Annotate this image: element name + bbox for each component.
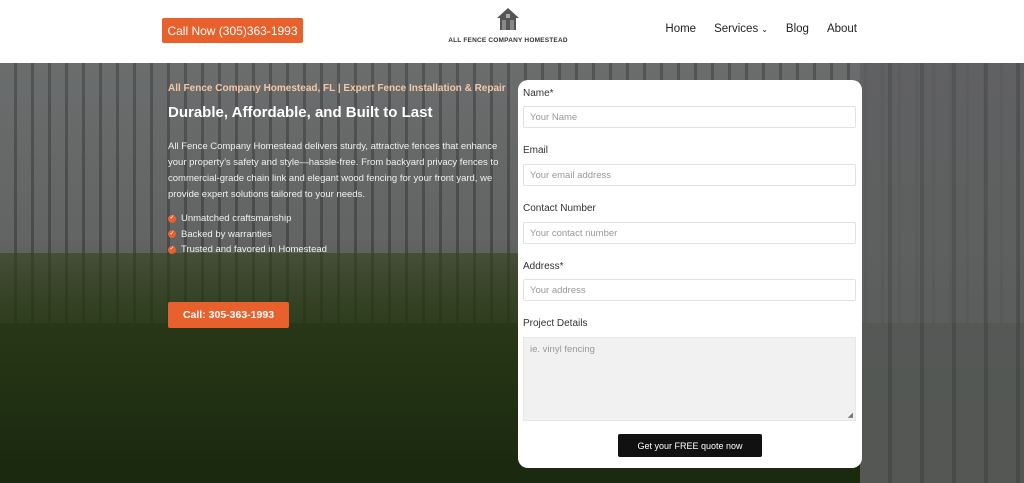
resize-handle-icon[interactable]: ◢: [848, 411, 853, 419]
address-field[interactable]: Your address: [523, 279, 856, 301]
feature-text: Backed by warranties: [181, 228, 272, 240]
check-circle-icon: ✓: [168, 230, 176, 239]
list-item: ✓ Trusted and favored in Homestead: [168, 242, 508, 258]
nav-blog[interactable]: Blog: [786, 23, 809, 35]
submit-quote-button[interactable]: Get your FREE quote now: [618, 434, 762, 457]
nav-about[interactable]: About: [827, 23, 857, 35]
main-nav: Home Services ⌄ Blog About: [665, 23, 857, 35]
feature-text: Trusted and favored in Homestead: [181, 244, 327, 255]
name-field[interactable]: Your Name: [523, 106, 856, 128]
project-details-label: Project Details: [523, 318, 588, 329]
address-label: Address*: [523, 261, 564, 272]
nav-services[interactable]: Services ⌄: [714, 23, 768, 35]
site-logo[interactable]: ALL FENCE COMPANY HOMESTEAD: [446, 6, 570, 50]
project-details-textarea[interactable]: ie. vinyl fencing ◢: [523, 337, 856, 421]
quote-form: Name* Your Name Email Your email address…: [518, 80, 862, 468]
contact-label: Contact Number: [523, 203, 596, 214]
hero-headline: Durable, Affordable, and Built to Last: [168, 104, 433, 121]
logo-text: ALL FENCE COMPANY HOMESTEAD: [448, 37, 568, 44]
house-logo-icon: [497, 8, 519, 30]
hero-content: All Fence Company Homestead, FL | Expert…: [168, 84, 508, 258]
chevron-down-icon: ⌄: [761, 25, 768, 34]
check-circle-icon: ✓: [168, 214, 176, 223]
list-item: ✓ Unmatched craftsmanship: [168, 211, 508, 227]
hero-tagline: All Fence Company Homestead, FL | Expert…: [168, 83, 506, 94]
hero-overlay: [0, 63, 1024, 483]
hero-section: All Fence Company Homestead, FL | Expert…: [0, 63, 1024, 483]
contact-number-field[interactable]: Your contact number: [523, 222, 856, 244]
textarea-placeholder: ie. vinyl fencing: [530, 344, 595, 355]
feature-list: ✓ Unmatched craftsmanship ✓ Backed by warr…: [168, 211, 508, 258]
nav-services-label: Services: [714, 23, 759, 35]
call-phone-button[interactable]: Call: 305-363-1993: [168, 302, 289, 328]
call-now-button[interactable]: Call Now (305)363-1993: [162, 18, 303, 43]
email-field[interactable]: Your email address: [523, 164, 856, 186]
email-label: Email: [523, 145, 549, 156]
check-circle-icon: ✓: [168, 245, 176, 254]
list-item: ✓ Backed by warranties: [168, 227, 508, 243]
name-label: Name*: [523, 88, 554, 99]
hero-description: All Fence Company Homestead delivers stu…: [168, 141, 499, 200]
nav-home[interactable]: Home: [665, 23, 696, 35]
site-header: Call Now (305)363-1993 ALL FENCE COMPANY…: [0, 0, 1024, 63]
feature-text: Unmatched craftsmanship: [181, 213, 292, 224]
